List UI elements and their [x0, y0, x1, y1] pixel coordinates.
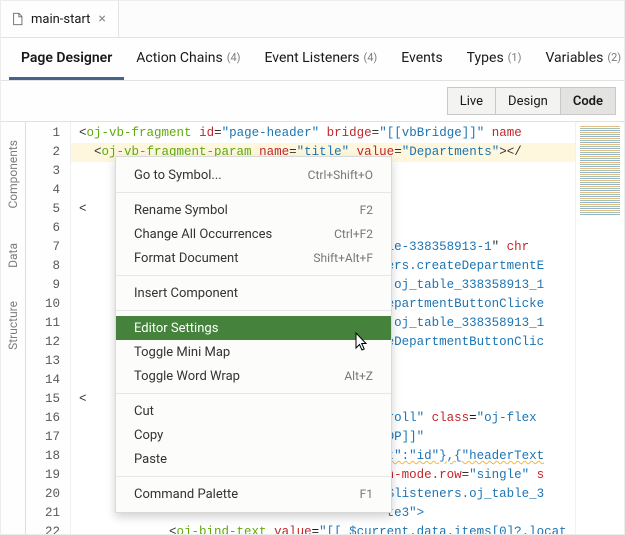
- tab-count: (4): [227, 51, 241, 64]
- menu-shortcut: Ctrl+Shift+O: [308, 168, 373, 182]
- tab-label: Types: [467, 50, 504, 66]
- document-icon: [11, 12, 25, 26]
- menu-label: Cut: [134, 404, 154, 419]
- menu-label: Paste: [134, 452, 167, 467]
- file-tab-strip: main-start ×: [1, 1, 624, 38]
- close-icon[interactable]: ×: [96, 9, 107, 29]
- menu-change-all-occurrences[interactable]: Change All Occurrences Ctrl+F2: [116, 222, 391, 246]
- line-number: 10: [26, 295, 70, 314]
- menu-label: Go to Symbol...: [134, 168, 222, 183]
- menu-separator: [116, 192, 391, 193]
- menu-shortcut: F1: [360, 487, 373, 501]
- menu-label: Command Palette: [134, 487, 238, 502]
- tab-label: Events: [401, 50, 442, 66]
- menu-paste[interactable]: Paste: [116, 447, 391, 471]
- app-root: main-start × Page Designer Action Chains…: [0, 0, 625, 535]
- line-number: 3: [26, 162, 70, 181]
- line-number: 9: [26, 276, 70, 295]
- side-rail: Components Data Structure: [1, 122, 26, 535]
- file-tab-label: main-start: [31, 12, 90, 27]
- line-number: 22: [26, 523, 70, 535]
- menu-shortcut: Alt+Z: [344, 369, 373, 383]
- line-number: 14: [26, 371, 70, 390]
- minimap-thumb: [580, 126, 620, 216]
- tab-event-listeners[interactable]: Event Listeners (4): [252, 38, 389, 80]
- line-number: 11: [26, 314, 70, 333]
- line-number: 5: [26, 200, 70, 219]
- menu-toggle-word-wrap[interactable]: Toggle Word Wrap Alt+Z: [116, 364, 391, 388]
- menu-label: Rename Symbol: [134, 203, 228, 218]
- side-tab-data[interactable]: Data: [6, 243, 20, 268]
- line-number: 20: [26, 485, 70, 504]
- menu-separator: [116, 310, 391, 311]
- tab-label: Action Chains: [136, 50, 222, 66]
- line-number: 13: [26, 352, 70, 371]
- menu-command-palette[interactable]: Command Palette F1: [116, 482, 391, 506]
- menu-toggle-mini-map[interactable]: Toggle Mini Map: [116, 340, 391, 364]
- tab-events[interactable]: Events: [389, 38, 454, 80]
- file-tab-main-start[interactable]: main-start ×: [1, 1, 119, 37]
- mode-tab-row: Page Designer Action Chains (4) Event Li…: [1, 38, 624, 81]
- view-switcher-bar: Live Design Code: [1, 81, 624, 122]
- menu-separator: [116, 476, 391, 477]
- tab-count: (4): [363, 51, 377, 64]
- side-tab-components[interactable]: Components: [6, 140, 20, 209]
- menu-copy[interactable]: Copy: [116, 423, 391, 447]
- minimap[interactable]: [575, 122, 624, 535]
- view-live-button[interactable]: Live: [447, 87, 496, 115]
- button-label: Design: [508, 94, 548, 109]
- menu-editor-settings[interactable]: Editor Settings: [116, 316, 391, 340]
- line-number: 17: [26, 428, 70, 447]
- tab-label: Variables: [545, 50, 603, 66]
- menu-separator: [116, 393, 391, 394]
- menu-label: Change All Occurrences: [134, 227, 272, 242]
- view-design-button[interactable]: Design: [495, 87, 561, 115]
- tab-action-chains[interactable]: Action Chains (4): [124, 38, 252, 80]
- line-number: 12: [26, 333, 70, 352]
- context-menu: Go to Symbol... Ctrl+Shift+O Rename Symb…: [115, 156, 392, 513]
- code-line: <oj-vb-fragment id="page-header" bridge=…: [71, 124, 575, 143]
- menu-insert-component[interactable]: Insert Component: [116, 281, 391, 305]
- tab-label: Event Listeners: [264, 50, 359, 66]
- tab-types[interactable]: Types (1): [455, 38, 534, 80]
- tab-page-designer[interactable]: Page Designer: [9, 38, 124, 80]
- button-label: Code: [573, 94, 603, 109]
- menu-label: Insert Component: [134, 286, 238, 301]
- menu-go-to-symbol[interactable]: Go to Symbol... Ctrl+Shift+O: [116, 163, 391, 187]
- menu-separator: [116, 275, 391, 276]
- menu-label: Format Document: [134, 251, 238, 266]
- menu-rename-symbol[interactable]: Rename Symbol F2: [116, 198, 391, 222]
- line-number: 15: [26, 390, 70, 409]
- tab-count: (2): [607, 51, 621, 64]
- line-number: 4: [26, 181, 70, 200]
- line-number: 18: [26, 447, 70, 466]
- line-number-gutter: 1 2 3 4 5 6 7 8 9 10 11 12 13 14 15 16 1…: [26, 122, 71, 535]
- menu-shortcut: Shift+Alt+F: [313, 251, 373, 265]
- menu-label: Toggle Mini Map: [134, 345, 230, 360]
- menu-shortcut: Ctrl+F2: [334, 227, 373, 241]
- menu-cut[interactable]: Cut: [116, 399, 391, 423]
- menu-label: Toggle Word Wrap: [134, 369, 240, 384]
- tab-count: (1): [508, 51, 522, 64]
- tab-variables[interactable]: Variables (2): [533, 38, 624, 80]
- menu-format-document[interactable]: Format Document Shift+Alt+F: [116, 246, 391, 270]
- line-number: 6: [26, 219, 70, 238]
- menu-shortcut: F2: [360, 203, 373, 217]
- line-number: 8: [26, 257, 70, 276]
- line-number: 19: [26, 466, 70, 485]
- line-number: 16: [26, 409, 70, 428]
- code-line: <oj-bind-text value="[[ $current.data.it…: [71, 523, 575, 535]
- menu-label: Editor Settings: [134, 321, 218, 336]
- line-number: 1: [26, 124, 70, 143]
- line-number: 21: [26, 504, 70, 523]
- side-tab-structure[interactable]: Structure: [6, 301, 20, 350]
- line-number: 2: [26, 143, 70, 162]
- menu-label: Copy: [134, 428, 163, 443]
- button-label: Live: [460, 94, 483, 109]
- tab-label: Page Designer: [21, 50, 112, 66]
- line-number: 7: [26, 238, 70, 257]
- view-code-button[interactable]: Code: [560, 87, 616, 115]
